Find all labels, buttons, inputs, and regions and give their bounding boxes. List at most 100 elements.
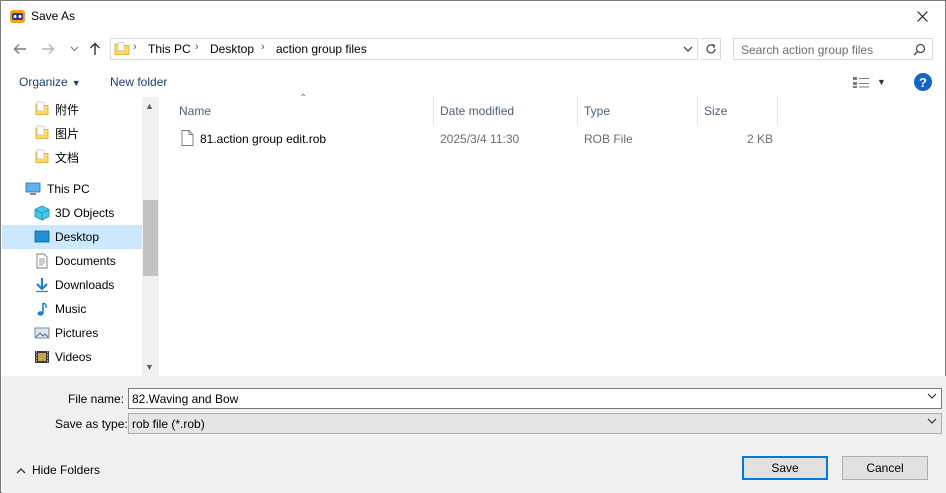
tree-item-label: This PC	[47, 182, 90, 196]
file-date: 2025/3/4 11:30	[440, 132, 520, 146]
video-icon	[35, 351, 49, 363]
arrow-left-icon	[13, 44, 26, 54]
chevron-down-icon	[683, 46, 693, 52]
organize-label: Organize	[19, 75, 68, 89]
table-row[interactable]: 81.action group edit.rob 2025/3/4 11:30 …	[175, 127, 775, 149]
help-icon[interactable]: ?	[914, 73, 932, 91]
view-options-icon[interactable]	[852, 75, 870, 89]
folder-icon	[35, 125, 49, 139]
file-type: ROB File	[584, 132, 633, 146]
download-icon	[36, 278, 48, 293]
column-header-size[interactable]: Size	[698, 97, 778, 125]
search-placeholder: Search action group files	[741, 43, 874, 57]
breadcrumb-separator: ›	[195, 41, 199, 53]
scroll-down-icon[interactable]: ▼	[145, 362, 154, 372]
tree-item-label: 文档	[55, 150, 80, 165]
file-list: Name ⌃ Date modified Type Size 81.action…	[159, 93, 945, 376]
file-name-label: File name:	[68, 392, 125, 406]
save-type-label: Save as type:	[55, 417, 128, 431]
up-button[interactable]	[86, 40, 104, 58]
column-size-label: Size	[704, 104, 728, 118]
hide-folders-label: Hide Folders	[32, 463, 101, 477]
refresh-button[interactable]	[701, 38, 721, 60]
search-icon	[913, 43, 926, 56]
cube-icon	[34, 205, 50, 221]
column-header-date[interactable]: Date modified	[434, 97, 578, 125]
tree-item-3d-objects[interactable]: 3D Objects	[2, 201, 142, 225]
new-folder-button[interactable]: New folder	[110, 75, 167, 89]
save-button[interactable]: Save	[742, 456, 828, 480]
folder-icon	[35, 101, 49, 115]
music-icon	[37, 302, 47, 316]
tree-item-downloads[interactable]: Downloads	[2, 273, 142, 297]
column-date-label: Date modified	[440, 104, 515, 118]
breadcrumb-desktop[interactable]: Desktop	[210, 42, 254, 56]
scrollbar-thumb[interactable]	[143, 200, 158, 276]
back-button[interactable]	[11, 40, 29, 58]
tree-item-desktop[interactable]: Desktop	[2, 225, 142, 249]
close-icon	[916, 11, 928, 22]
address-dropdown-button[interactable]	[683, 42, 693, 56]
tree-item-music[interactable]: Music	[2, 297, 142, 321]
file-name-value: 82.Waving and Bow	[132, 392, 239, 406]
tree-item-attachments[interactable]: 附件	[2, 97, 142, 121]
tree-item-label: Pictures	[55, 326, 99, 340]
column-header-type[interactable]: Type	[578, 97, 698, 125]
file-size: 2 KB	[747, 132, 774, 146]
folder-icon	[114, 42, 130, 55]
command-bar: Organize ▼ New folder ▼ ?	[1, 67, 945, 97]
save-as-dialog: Save As › This PC › Desktop › action gro…	[0, 0, 946, 493]
caret-down-icon: ▼	[71, 78, 81, 88]
file-name-field[interactable]: 82.Waving and Bow	[128, 388, 942, 409]
recent-locations-button[interactable]	[65, 40, 83, 58]
view-dropdown-button[interactable]: ▼	[877, 77, 886, 87]
chevron-up-icon	[16, 467, 26, 473]
save-type-value: rob file (*.rob)	[132, 417, 205, 431]
window-title: Save As	[31, 9, 76, 23]
refresh-icon	[705, 43, 716, 54]
tree-item-documents[interactable]: Documents	[2, 249, 142, 273]
title-bar: Save As	[1, 1, 945, 32]
tree-item-docs[interactable]: 文档	[2, 145, 142, 169]
sort-ascending-icon: ⌃	[299, 93, 308, 104]
tree-item-pictures[interactable]: Pictures	[2, 321, 142, 345]
tree-item-label: Desktop	[55, 230, 100, 244]
tree-item-label: 3D Objects	[55, 206, 115, 220]
breadcrumb-action-group-files[interactable]: action group files	[276, 42, 367, 56]
tree-item-label: Documents	[55, 254, 116, 268]
chevron-down-icon[interactable]	[927, 392, 937, 403]
new-folder-label: New folder	[110, 75, 168, 89]
breadcrumb-separator: ›	[261, 41, 265, 53]
close-button[interactable]	[899, 1, 945, 32]
tree-item-label: Videos	[55, 350, 92, 364]
save-options-panel: File name: 82.Waving and Bow Save as typ…	[2, 376, 946, 493]
navigation-pane: 附件 图片 文档 This PC 3D Objects Desktop Docu…	[2, 97, 159, 376]
column-header-name[interactable]: Name ⌃	[173, 93, 434, 125]
column-type-label: Type	[584, 104, 611, 118]
computer-icon	[25, 182, 41, 195]
breadcrumb-separator: ›	[133, 41, 137, 53]
navigation-bar: › This PC › Desktop › action group files…	[1, 34, 945, 64]
arrow-up-icon	[90, 42, 100, 55]
breadcrumb-this-pc[interactable]: This PC	[148, 42, 191, 56]
address-bar[interactable]: › This PC › Desktop › action group files	[110, 38, 698, 60]
arrow-right-icon	[42, 44, 55, 54]
folder-icon	[35, 149, 49, 163]
tree-item-this-pc[interactable]: This PC	[2, 177, 142, 201]
file-name: 81.action group edit.rob	[200, 132, 327, 146]
tree-item-images[interactable]: 图片	[2, 121, 142, 145]
tree-item-label: 附件	[55, 102, 80, 117]
scroll-up-icon[interactable]: ▲	[145, 101, 154, 111]
save-type-select[interactable]: rob file (*.rob)	[128, 413, 942, 434]
nav-pane-scrollbar[interactable]: ▲ ▼	[142, 97, 159, 376]
hide-folders-toggle[interactable]: Hide Folders	[16, 463, 100, 477]
tree-item-label: Downloads	[55, 278, 115, 292]
organize-menu[interactable]: Organize ▼	[19, 75, 81, 89]
desktop-icon	[34, 230, 50, 243]
forward-button[interactable]	[39, 40, 57, 58]
cancel-button[interactable]: Cancel	[842, 456, 928, 480]
chevron-down-icon	[927, 417, 937, 428]
pictures-icon	[34, 327, 50, 339]
tree-item-videos[interactable]: Videos	[2, 345, 142, 369]
search-input[interactable]: Search action group files	[733, 38, 933, 60]
